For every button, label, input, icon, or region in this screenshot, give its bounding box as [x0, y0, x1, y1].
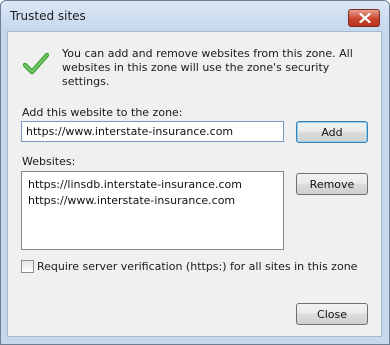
https-verification-label[interactable]: Require server verification (https:) for… [37, 260, 357, 273]
title-close-button[interactable] [348, 9, 380, 27]
list-item[interactable]: https://linsdb.interstate-insurance.com [28, 178, 242, 191]
close-button[interactable]: Close [296, 303, 368, 325]
window-title: Trusted sites [10, 9, 86, 23]
websites-list[interactable]: https://linsdb.interstate-insurance.com … [21, 171, 284, 250]
remove-button[interactable]: Remove [296, 173, 368, 195]
close-icon [359, 13, 371, 23]
info-text: You can add and remove websites from thi… [62, 47, 353, 88]
checkmark-icon [23, 52, 49, 75]
websites-label: Websites: [22, 155, 76, 168]
trusted-sites-dialog: Trusted sites You can add and remove web… [0, 0, 390, 345]
website-url-input[interactable] [21, 121, 284, 142]
https-verification-checkbox[interactable] [21, 260, 34, 273]
list-item[interactable]: https://www.interstate-insurance.com [28, 194, 235, 207]
title-bar: Trusted sites [1, 1, 389, 31]
add-button[interactable]: Add [296, 121, 368, 143]
add-website-label: Add this website to the zone: [22, 106, 183, 119]
